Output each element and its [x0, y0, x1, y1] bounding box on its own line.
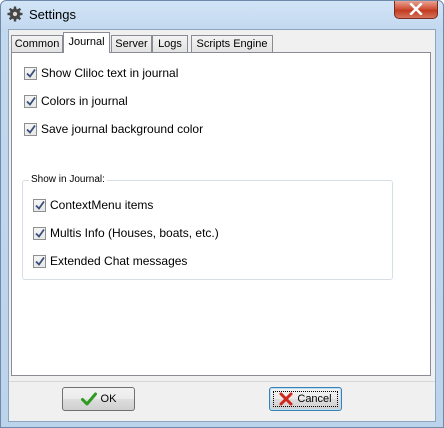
checkbox-label: Multis Info (Houses, boats, etc.)	[50, 226, 219, 240]
checkmark-icon	[26, 124, 36, 134]
checkbox[interactable]	[24, 94, 37, 108]
ok-button-label: OK	[100, 393, 117, 405]
checkbox-contextmenu-items[interactable]: ContextMenu items	[33, 197, 153, 213]
button-bar-separator	[9, 381, 435, 382]
journal-tab-panel: Show Cliloc text in journal Colors in jo…	[11, 52, 431, 376]
checkbox-label: Colors in journal	[41, 94, 128, 108]
checkmark-icon	[35, 200, 45, 210]
checkbox-label: Show Cliloc text in journal	[41, 66, 179, 80]
checkbox[interactable]	[24, 66, 37, 80]
checkbox-colors-in-journal[interactable]: Colors in journal	[24, 93, 128, 109]
checkbox-label: Extended Chat messages	[50, 254, 188, 268]
tab-server[interactable]: Server	[111, 35, 152, 52]
checkbox-label: ContextMenu items	[50, 198, 154, 212]
close-button[interactable]	[394, 1, 438, 19]
tab-label: Common	[14, 38, 60, 50]
title-bar[interactable]: Settings	[1, 1, 443, 29]
checkbox-label: Save journal background color	[41, 122, 204, 136]
checkbox[interactable]	[24, 122, 37, 136]
tab-label: Logs	[158, 38, 182, 50]
checkbox[interactable]	[33, 198, 46, 212]
cancel-button[interactable]: Cancel	[269, 387, 342, 411]
group-legend: Show in Journal:	[29, 174, 107, 185]
checkbox-multis-info[interactable]: Multis Info (Houses, boats, etc.)	[33, 225, 219, 241]
checkbox-save-background-color[interactable]: Save journal background color	[24, 121, 203, 137]
window-title: Settings	[29, 7, 76, 22]
tab-logs[interactable]: Logs	[152, 35, 188, 52]
tab-scripts-engine[interactable]: Scripts Engine	[191, 35, 273, 52]
gear-icon	[7, 6, 23, 22]
tab-label: Scripts Engine	[196, 38, 268, 50]
settings-window: Settings Common Journal Server Logs Scri…	[0, 0, 444, 428]
ok-button[interactable]: OK	[62, 387, 135, 411]
red-x-icon	[279, 392, 293, 406]
checkmark-icon	[35, 228, 45, 238]
checkbox[interactable]	[33, 254, 46, 268]
show-in-journal-group: Show in Journal: ContextMenu items Multi…	[22, 174, 393, 280]
checkbox-show-cliloc[interactable]: Show Cliloc text in journal	[24, 65, 178, 81]
checkmark-icon	[26, 96, 36, 106]
checkbox-extended-chat[interactable]: Extended Chat messages	[33, 253, 187, 269]
tab-journal[interactable]: Journal	[63, 32, 110, 53]
checkmark-icon	[35, 256, 45, 266]
close-icon	[409, 3, 423, 15]
checkbox[interactable]	[33, 226, 46, 240]
green-checkmark-icon	[80, 392, 97, 406]
checkmark-icon	[26, 68, 36, 78]
cancel-button-label: Cancel	[297, 393, 332, 405]
tab-label: Server	[115, 38, 148, 50]
dialog-client-area: Common Journal Server Logs Scripts Engin…	[8, 29, 436, 422]
tab-label: Journal	[68, 36, 105, 48]
tab-common[interactable]: Common	[11, 35, 63, 52]
